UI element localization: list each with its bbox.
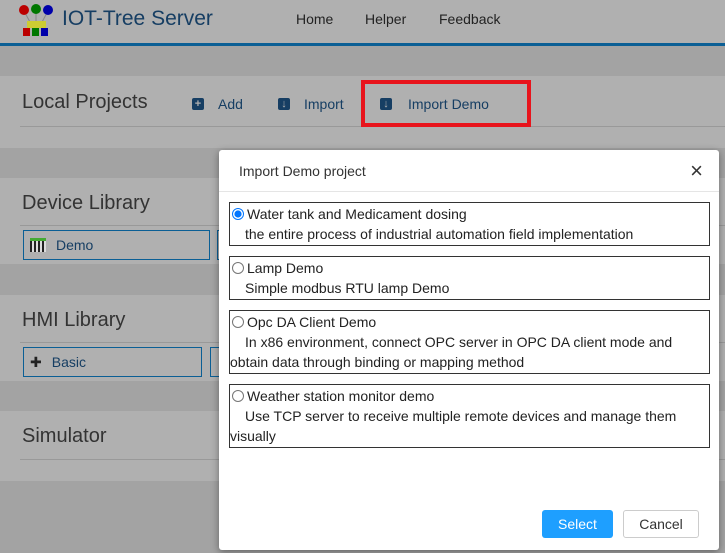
- logo-icon: [19, 4, 53, 36]
- dialog-title: Import Demo project: [239, 163, 366, 179]
- brand-title: IOT-Tree Server: [62, 7, 213, 30]
- local-projects-title: Local Projects: [22, 91, 148, 113]
- demo-option[interactable]: Lamp Demo Simple modbus RTU lamp Demo: [229, 256, 710, 300]
- add-label: Add: [218, 96, 243, 112]
- demo-option[interactable]: Water tank and Medicament dosing the ent…: [229, 202, 710, 246]
- device-library-title: Device Library: [22, 192, 150, 214]
- import-button[interactable]: ↓ Import: [278, 96, 344, 112]
- close-icon[interactable]: ×: [690, 158, 703, 184]
- device-item-label: Demo: [56, 237, 94, 253]
- import-icon: ↓: [278, 98, 290, 110]
- option-desc: the entire process of industrial automat…: [245, 226, 634, 242]
- option-name: Water tank and Medicament dosing: [247, 206, 467, 222]
- hmi-item-label: Basic: [51, 354, 86, 370]
- device-icon: [30, 238, 46, 252]
- option-name: Lamp Demo: [247, 260, 324, 276]
- demo-radio[interactable]: [232, 316, 244, 328]
- nav-feedback[interactable]: Feedback: [439, 11, 500, 27]
- plus-icon: +: [192, 98, 204, 110]
- demo-radio[interactable]: [232, 208, 244, 220]
- hmi-item-basic[interactable]: ✚ Basic: [23, 347, 202, 377]
- cancel-button[interactable]: Cancel: [623, 510, 699, 538]
- highlight-box: [361, 80, 531, 127]
- nav-home[interactable]: Home: [296, 11, 333, 27]
- option-name: Opc DA Client Demo: [247, 314, 377, 330]
- option-name: Weather station monitor demo: [247, 388, 435, 404]
- simulator-title: Simulator: [22, 425, 107, 447]
- demo-radio[interactable]: [232, 390, 244, 402]
- option-desc: In x86 environment, connect OPC server i…: [245, 334, 673, 350]
- top-header: IOT-Tree Server Home Helper Feedback: [0, 0, 725, 46]
- option-desc-cont: obtain data through binding or mapping m…: [230, 354, 525, 370]
- option-desc-cont: visually: [230, 428, 276, 444]
- select-button[interactable]: Select: [542, 510, 613, 538]
- demo-option[interactable]: Opc DA Client Demo In x86 environment, c…: [229, 310, 710, 374]
- hmi-library-title: HMI Library: [22, 309, 126, 331]
- device-item-demo[interactable]: Demo: [23, 230, 210, 260]
- demo-option[interactable]: Weather station monitor demo Use TCP ser…: [229, 384, 710, 448]
- nav-helper[interactable]: Helper: [365, 11, 406, 27]
- demo-radio[interactable]: [232, 262, 244, 274]
- add-button[interactable]: + Add: [192, 96, 243, 112]
- option-desc: Use TCP server to receive multiple remot…: [245, 408, 677, 424]
- import-demo-dialog: Import Demo project × Water tank and Med…: [219, 150, 719, 550]
- option-desc: Simple modbus RTU lamp Demo: [245, 280, 450, 296]
- import-label: Import: [304, 96, 344, 112]
- puzzle-icon: ✚: [30, 353, 42, 370]
